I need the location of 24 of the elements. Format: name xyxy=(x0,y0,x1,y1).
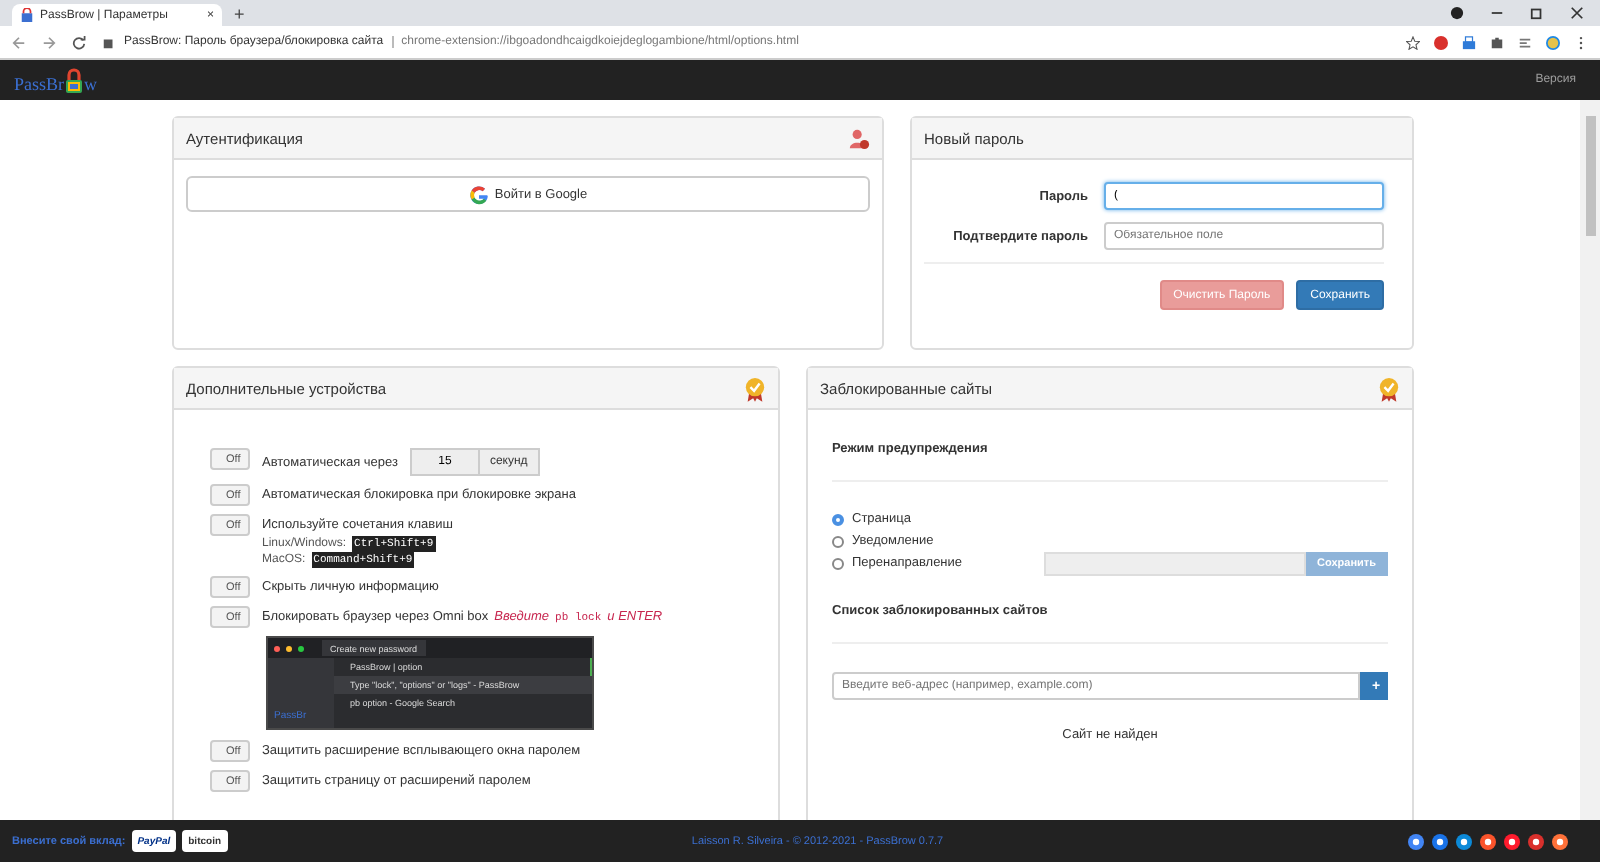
award-icon xyxy=(1378,375,1400,401)
back-icon[interactable] xyxy=(12,35,26,49)
close-icon[interactable] xyxy=(1570,6,1584,20)
media-icon[interactable] xyxy=(1518,35,1532,49)
menu-icon[interactable] xyxy=(1574,35,1588,49)
forward-icon[interactable] xyxy=(42,35,56,49)
award-icon xyxy=(744,375,766,401)
scrollbar-thumb[interactable] xyxy=(1585,116,1595,236)
profile-icon[interactable] xyxy=(1546,35,1560,49)
google-icon xyxy=(468,183,491,205)
new-tab-button[interactable]: + xyxy=(222,3,257,23)
radio-button[interactable] xyxy=(832,535,844,547)
user-lock-icon xyxy=(848,125,870,151)
account-icon[interactable] xyxy=(1450,6,1464,20)
lock-icon xyxy=(20,8,34,22)
radio-button[interactable] xyxy=(832,557,844,569)
restore-icon[interactable] xyxy=(1530,6,1544,20)
logo-text: w xyxy=(84,73,98,93)
minimize-icon[interactable] xyxy=(1490,6,1504,20)
radio-button[interactable] xyxy=(832,513,844,525)
logo-text: PassBr xyxy=(14,73,65,93)
reload-icon[interactable] xyxy=(72,35,86,49)
star-icon[interactable] xyxy=(1406,35,1420,49)
padlock-icon xyxy=(64,67,85,93)
